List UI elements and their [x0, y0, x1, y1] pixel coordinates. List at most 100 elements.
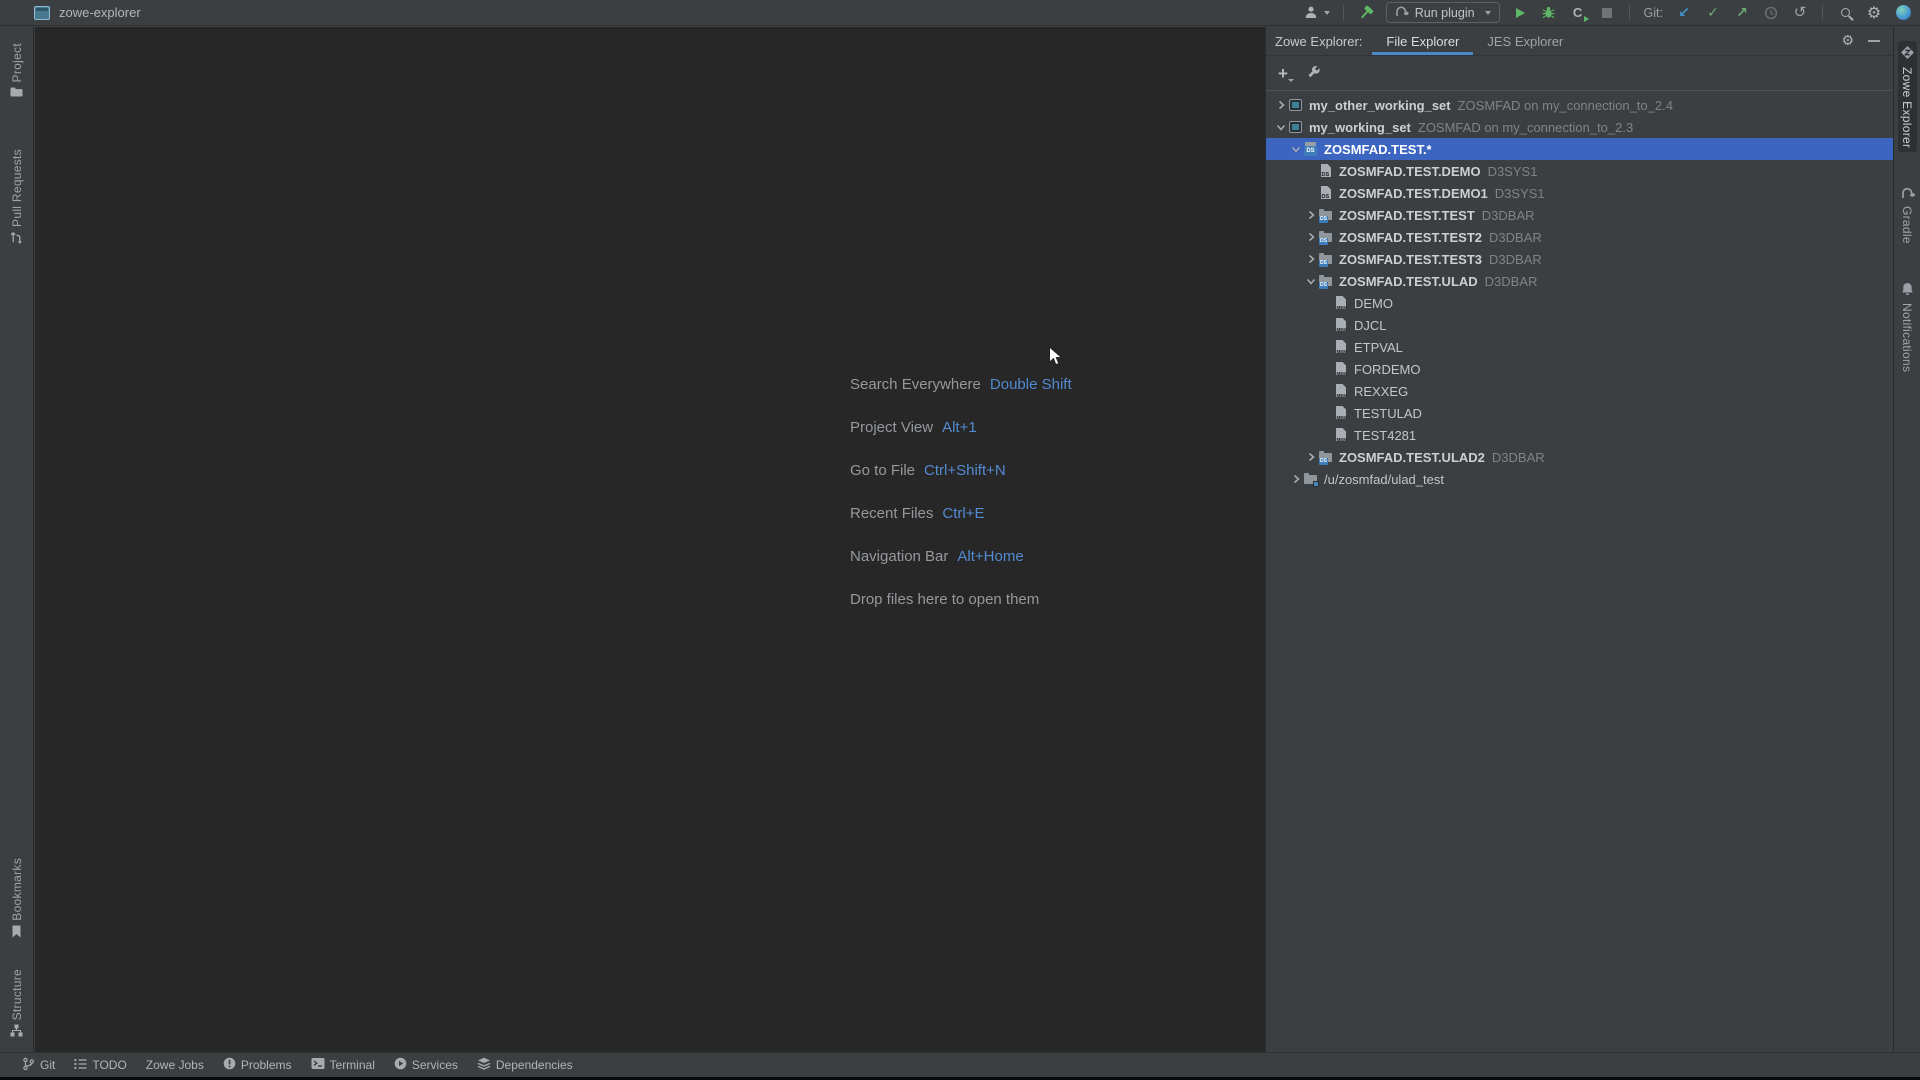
stripe-item-gradle[interactable]: Gradle: [1898, 182, 1917, 248]
stop-button[interactable]: [1598, 3, 1616, 23]
folder-icon: [10, 86, 23, 101]
shortcut-hint-row: Go to FileCtrl+Shift+N: [850, 460, 1072, 482]
stripe-item-bookmarks[interactable]: Bookmarks: [8, 854, 26, 945]
toolwindow-button-label: Git: [40, 1058, 55, 1072]
profile-sphere-icon[interactable]: [1894, 3, 1912, 23]
stripe-item-label: Pull Requests: [10, 149, 24, 227]
tree-row[interactable]: my_working_setZOSMFAD on my_connection_t…: [1266, 116, 1893, 138]
stripe-item-pull-requests[interactable]: Pull Requests: [8, 145, 26, 251]
tree-item-label: ZOSMFAD.TEST.ULAD2: [1339, 450, 1485, 465]
shortcut-hint-row: Navigation BarAlt+Home: [850, 546, 1072, 568]
git-push-icon[interactable]: ↗: [1733, 3, 1751, 23]
tree-item-meta: D3DBAR: [1489, 230, 1542, 245]
run-button[interactable]: [1511, 3, 1529, 23]
panel-gear-icon[interactable]: ⚙: [1841, 34, 1854, 48]
search-icon[interactable]: [1836, 3, 1854, 23]
tree-row[interactable]: my_other_working_setZOSMFAD on my_connec…: [1266, 94, 1893, 116]
chevron-right-icon[interactable]: [1273, 99, 1288, 111]
tree-item-meta: ZOSMFAD on my_connection_to_2.3: [1418, 120, 1633, 135]
chevron-right-icon[interactable]: [1303, 451, 1318, 463]
git-update-icon[interactable]: ↙: [1675, 3, 1693, 23]
tree-row[interactable]: MEMTESTULAD: [1266, 402, 1893, 424]
tree-row[interactable]: DSZOSMFAD.TEST.ULAD2D3DBAR: [1266, 446, 1893, 468]
toolwindow-button-problems[interactable]: Problems: [223, 1057, 292, 1073]
panel-title: Zowe Explorer:: [1266, 34, 1372, 49]
run-with-coverage-button[interactable]: C: [1569, 3, 1587, 23]
toolwindow-button-label: Terminal: [330, 1058, 375, 1072]
tree-row[interactable]: DSZOSMFAD.TEST.ULADD3DBAR: [1266, 270, 1893, 292]
stripe-item-structure[interactable]: Structure: [8, 965, 26, 1044]
wrench-settings-icon[interactable]: [1306, 64, 1321, 82]
toolwindow-button-git[interactable]: Git: [22, 1057, 55, 1074]
tree-row[interactable]: MEMETPVAL: [1266, 336, 1893, 358]
toolbar-divider: [1343, 5, 1344, 20]
tree-row[interactable]: DSZOSMFAD.TEST.TESTD3DBAR: [1266, 204, 1893, 226]
chevron-down-icon[interactable]: [1288, 143, 1303, 155]
toolwindow-button-label: Dependencies: [496, 1058, 573, 1072]
ds-pattern-icon: DS: [1303, 141, 1320, 157]
rollback-undo-icon[interactable]: ↺: [1791, 3, 1809, 23]
stop-icon: [1602, 8, 1612, 18]
member-icon: MEM: [1333, 361, 1350, 377]
stripe-item-zowe-explorer[interactable]: Zowe Explorer: [1898, 41, 1917, 152]
tree-row[interactable]: DSZOSMFAD.TEST.TEST2D3DBAR: [1266, 226, 1893, 248]
left-tool-window-stripe: Project Pull Requests Bookmarks Structure: [0, 27, 34, 1052]
tree-row[interactable]: /u/zosmfad/ulad_test: [1266, 468, 1893, 490]
main-toolbar: Run plugin C Git: ↙ ✓ ↗ ↺ ⚙: [1304, 0, 1920, 25]
run-configuration-select[interactable]: Run plugin: [1386, 2, 1500, 23]
chevron-right-icon[interactable]: [1288, 473, 1303, 485]
stripe-item-notifications[interactable]: Notifications: [1898, 278, 1916, 376]
editor-empty-area[interactable]: Search EverywhereDouble ShiftProject Vie…: [35, 27, 1265, 1052]
uss-folder-icon: [1303, 471, 1320, 487]
tree-row[interactable]: MEMDEMO: [1266, 292, 1893, 314]
tree-row[interactable]: DSZOSMFAD.TEST.TEST3D3DBAR: [1266, 248, 1893, 270]
toolwindow-button-todo[interactable]: TODO: [74, 1058, 126, 1073]
mini-play-icon: [1584, 16, 1589, 22]
window-title: zowe-explorer: [59, 5, 141, 20]
hint-label: Drop files here to open them: [850, 591, 1039, 608]
tree-row[interactable]: MEMFORDEMO: [1266, 358, 1893, 380]
tree-item-label: ZOSMFAD.TEST.DEMO: [1339, 164, 1481, 179]
tree-item-label: ZOSMFAD.TEST.TEST3: [1339, 252, 1482, 267]
panel-minimize-icon[interactable]: [1868, 40, 1880, 42]
git-commit-icon[interactable]: ✓: [1704, 3, 1722, 23]
tab-file-explorer[interactable]: File Explorer: [1372, 27, 1473, 55]
chevron-right-icon[interactable]: [1303, 231, 1318, 243]
user-menu-icon[interactable]: [1304, 3, 1330, 23]
gradle-icon: [1900, 186, 1915, 202]
chevron-right-icon[interactable]: [1303, 253, 1318, 265]
hint-shortcut: Ctrl+E: [942, 505, 984, 522]
chevron-down-icon[interactable]: [1303, 275, 1318, 287]
tree-row[interactable]: DSZOSMFAD.TEST.DEMOD3SYS1: [1266, 160, 1893, 182]
toolwindow-button-zowe-jobs[interactable]: Zowe Jobs: [146, 1058, 204, 1072]
chevron-down-icon: [1288, 79, 1294, 82]
add-button[interactable]: +: [1278, 65, 1288, 82]
shortcut-hint-row: Drop files here to open them: [850, 589, 1072, 611]
hint-shortcut: Alt+Home: [957, 548, 1023, 565]
stripe-item-label: Bookmarks: [10, 858, 24, 921]
settings-gear-icon[interactable]: ⚙: [1865, 3, 1883, 23]
tree-row[interactable]: DSZOSMFAD.TEST.DEMO1D3SYS1: [1266, 182, 1893, 204]
debug-button[interactable]: [1540, 3, 1558, 23]
toolwindow-button-dependencies[interactable]: Dependencies: [477, 1057, 573, 1073]
toolwindow-button-label: Problems: [241, 1058, 292, 1072]
tab-jes-explorer[interactable]: JES Explorer: [1473, 27, 1577, 55]
right-tool-window-stripe: Zowe Explorer Gradle Notifications: [1893, 27, 1920, 1052]
panel-toolbar: +: [1266, 56, 1893, 91]
working-set-icon: [1288, 119, 1305, 135]
tree-row[interactable]: MEMDJCL: [1266, 314, 1893, 336]
chevron-down-icon[interactable]: [1273, 121, 1288, 133]
stripe-item-project[interactable]: Project: [8, 39, 26, 105]
member-icon: MEM: [1333, 295, 1350, 311]
tree-row[interactable]: MEMTEST4281: [1266, 424, 1893, 446]
toolwindow-button-services[interactable]: Services: [394, 1057, 458, 1073]
build-hammer-icon[interactable]: [1357, 3, 1375, 23]
tree-item-label: ZOSMFAD.TEST.*: [1324, 142, 1432, 157]
history-clock-icon[interactable]: [1762, 3, 1780, 23]
zowe-icon: [1900, 45, 1915, 63]
toolwindow-button-terminal[interactable]: Terminal: [311, 1057, 375, 1073]
tree-row[interactable]: DS ZOSMFAD.TEST.*: [1266, 138, 1893, 160]
toolbar-divider: [1822, 5, 1823, 20]
tree-row[interactable]: MEMREXXEG: [1266, 380, 1893, 402]
chevron-right-icon[interactable]: [1303, 209, 1318, 221]
